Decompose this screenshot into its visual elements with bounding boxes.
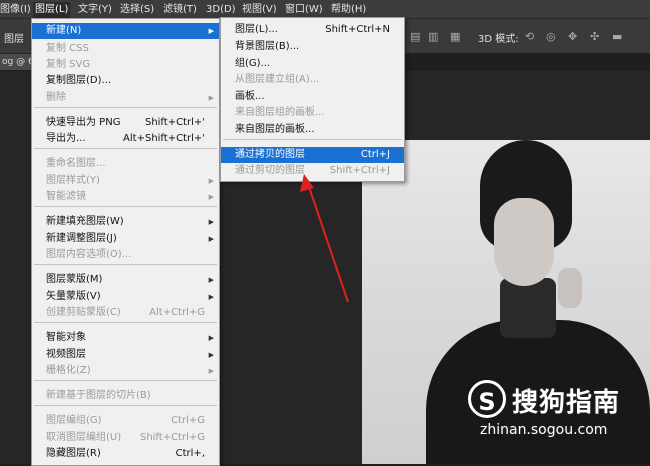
watermark-brand: 搜狗指南 bbox=[512, 388, 621, 418]
arrow-line bbox=[307, 183, 349, 303]
watermark-url: zhinan.sogou.com bbox=[480, 422, 608, 438]
watermark: S 搜狗指南 zhinan.sogou.com bbox=[468, 378, 646, 440]
arrow-head bbox=[300, 174, 314, 192]
sogou-logo: S bbox=[468, 380, 506, 418]
